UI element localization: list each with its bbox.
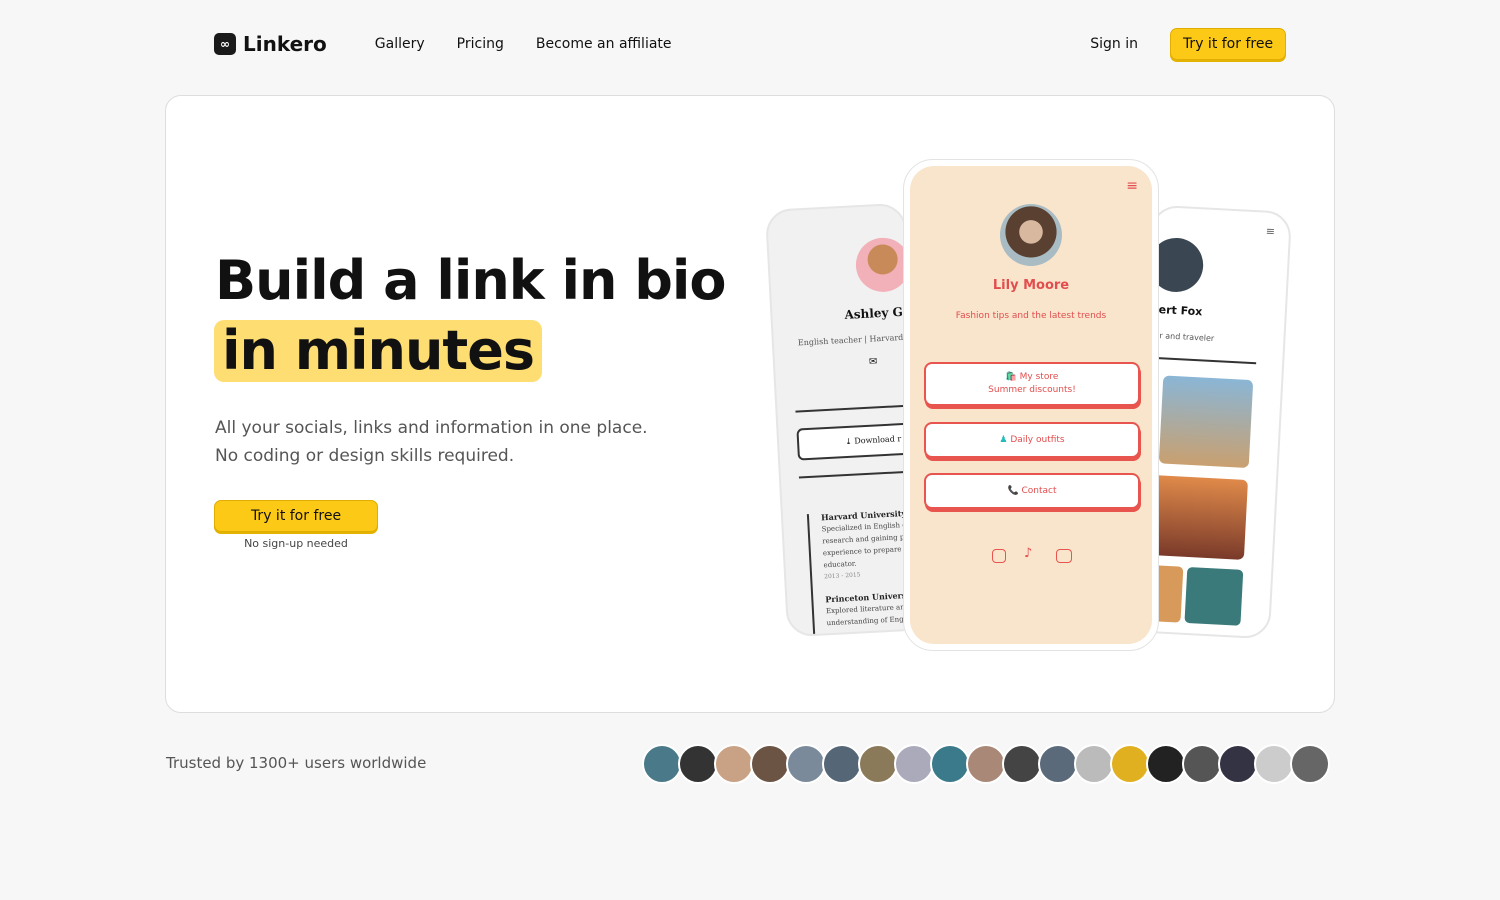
menu-icon: ≡ (1265, 224, 1276, 239)
top-nav: ∞ Linkero Gallery Pricing Become an affil… (214, 28, 1286, 60)
hero-try-free-button[interactable]: Try it for free (214, 500, 378, 532)
user-avatar (1182, 744, 1222, 784)
youtube-icon[interactable] (1056, 549, 1072, 563)
link-label: Daily outfits (1010, 434, 1065, 445)
instagram-icon[interactable] (992, 549, 1006, 563)
brand-name: Linkero (243, 32, 327, 56)
user-avatar (1002, 744, 1042, 784)
user-avatar (822, 744, 862, 784)
user-avatar (1290, 744, 1330, 784)
hero-title: Build a link in bio in minutes (214, 246, 727, 386)
nav-gallery[interactable]: Gallery (375, 36, 425, 52)
link-contact[interactable]: 📞 Contact (924, 473, 1140, 509)
sign-in-link[interactable]: Sign in (1090, 36, 1138, 52)
nav-pricing[interactable]: Pricing (457, 36, 504, 52)
user-avatar (1110, 744, 1150, 784)
menu-icon: ≡ (1126, 178, 1138, 194)
link-sublabel: Summer discounts! (988, 385, 1076, 395)
profile-bio: English teacher | Harvard (797, 332, 904, 348)
profile-name: Lily Moore (992, 278, 1070, 293)
user-avatar (1254, 744, 1294, 784)
mail-icon: ✉ (868, 356, 878, 368)
title-line1: Build a link in bio (215, 249, 727, 312)
link-my-store[interactable]: 🛍️ My store Summer discounts! (924, 362, 1140, 406)
user-avatar (786, 744, 826, 784)
subtitle-line1: All your socials, links and information … (215, 418, 648, 438)
brand-logo[interactable]: ∞ Linkero (214, 32, 327, 56)
user-avatar (930, 744, 970, 784)
profile-bio: her and traveler (1149, 330, 1215, 344)
link-icon: ∞ (214, 33, 236, 55)
dress-icon: ♟ (999, 434, 1008, 445)
profile-bio: Fashion tips and the latest trends (955, 311, 1107, 321)
user-avatar (1038, 744, 1078, 784)
user-avatar (1074, 744, 1114, 784)
no-signup-note: No sign-up needed (244, 537, 348, 550)
hero-subtitle: All your socials, links and information … (215, 414, 648, 470)
photo (1158, 375, 1254, 469)
avatar (1000, 204, 1062, 266)
link-daily-outfits[interactable]: ♟ Daily outfits (924, 422, 1140, 458)
subtitle-line2: No coding or design skills required. (215, 446, 515, 466)
user-avatar (714, 744, 754, 784)
photo (1184, 566, 1244, 626)
user-avatar (750, 744, 790, 784)
link-label: 📞 Contact (1007, 485, 1057, 496)
title-highlight: in minutes (214, 320, 542, 382)
user-avatar (678, 744, 718, 784)
user-avatar (894, 744, 934, 784)
tiktok-icon[interactable]: ♪ (1024, 546, 1032, 561)
user-avatar (858, 744, 898, 784)
hero-card: Build a link in bio in minutes All your s… (165, 95, 1335, 713)
user-avatar (642, 744, 682, 784)
user-avatar (966, 744, 1006, 784)
user-avatars (642, 744, 1330, 784)
profile-name: Ashley G (844, 304, 904, 322)
user-avatar (1146, 744, 1186, 784)
nav-try-free-button[interactable]: Try it for free (1170, 28, 1286, 60)
user-avatar (1218, 744, 1258, 784)
link-label: 🛍️ My store (1005, 372, 1059, 382)
nav-affiliate[interactable]: Become an affiliate (536, 36, 672, 52)
phone-preview-center: ≡ Lily Moore Fashion tips and the latest… (903, 159, 1159, 651)
trusted-text: Trusted by 1300+ users worldwide (166, 754, 427, 772)
